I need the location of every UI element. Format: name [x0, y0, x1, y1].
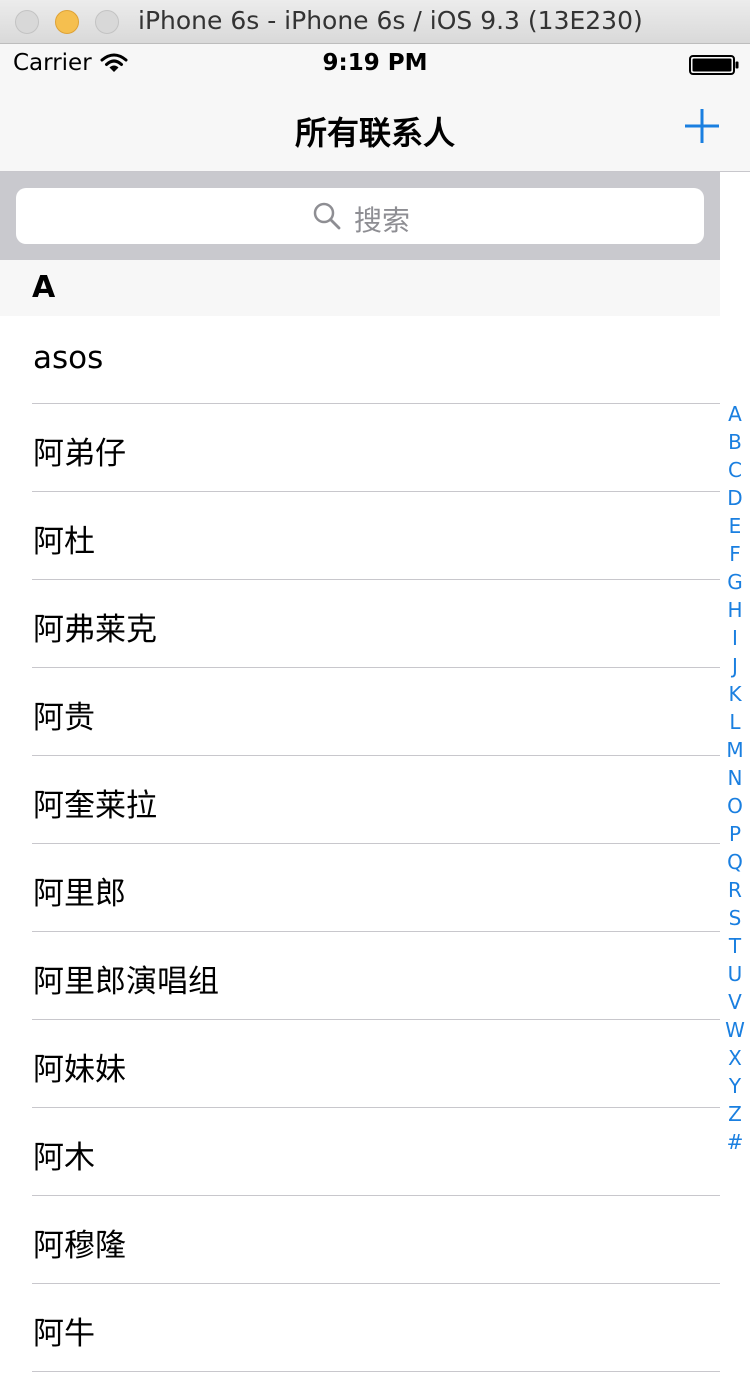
- simulator-title-bar: iPhone 6s - iPhone 6s / iOS 9.3 (13E230): [0, 0, 750, 44]
- index-letter-k[interactable]: K: [720, 680, 750, 708]
- contact-list: asos 阿弟仔 阿杜 阿弗莱克 阿贵 阿奎莱拉 阿里郎 阿里郎演唱组 阿妹妹 …: [0, 316, 720, 1372]
- index-letter-o[interactable]: O: [720, 792, 750, 820]
- contact-name: 阿里郎: [33, 876, 126, 912]
- section-index[interactable]: A B C D E F G H I J K L M N O P Q R S T …: [720, 400, 750, 1156]
- simulator-title: iPhone 6s - iPhone 6s / iOS 9.3 (13E230): [138, 6, 643, 35]
- search-icon: [313, 202, 341, 230]
- index-letter-i[interactable]: I: [720, 624, 750, 652]
- contact-name: 阿穆隆: [33, 1228, 126, 1264]
- page-title: 所有联系人: [294, 114, 455, 152]
- index-letter-r[interactable]: R: [720, 876, 750, 904]
- index-letter-e[interactable]: E: [720, 512, 750, 540]
- contact-row[interactable]: 阿弟仔: [0, 404, 720, 492]
- index-letter-c[interactable]: C: [720, 456, 750, 484]
- index-letter-s[interactable]: S: [720, 904, 750, 932]
- section-title: A: [32, 270, 56, 305]
- index-letter-b[interactable]: B: [720, 428, 750, 456]
- add-contact-button[interactable]: [676, 100, 728, 152]
- index-letter-m[interactable]: M: [720, 736, 750, 764]
- index-letter-hash[interactable]: #: [720, 1128, 750, 1156]
- index-letter-n[interactable]: N: [720, 764, 750, 792]
- zoom-window-button[interactable]: [95, 10, 119, 34]
- contact-name: asos: [33, 340, 104, 376]
- plus-icon: [685, 109, 719, 143]
- contact-row[interactable]: asos: [0, 316, 720, 404]
- close-window-button[interactable]: [15, 10, 39, 34]
- contact-row[interactable]: 阿妹妹: [0, 1020, 720, 1108]
- contact-row[interactable]: 阿奎莱拉: [0, 756, 720, 844]
- search-input[interactable]: 搜索: [16, 188, 704, 244]
- contact-row[interactable]: 阿贵: [0, 668, 720, 756]
- status-bar: Carrier 9:19 PM: [0, 44, 750, 84]
- index-letter-f[interactable]: F: [720, 540, 750, 568]
- contact-row[interactable]: 阿弗莱克: [0, 580, 720, 668]
- index-letter-v[interactable]: V: [720, 988, 750, 1016]
- contact-row[interactable]: 阿穆隆: [0, 1196, 720, 1284]
- simulator-window: iPhone 6s - iPhone 6s / iOS 9.3 (13E230)…: [0, 0, 750, 1378]
- index-letter-w[interactable]: W: [720, 1016, 750, 1044]
- status-time: 9:19 PM: [322, 50, 428, 76]
- index-letter-z[interactable]: Z: [720, 1100, 750, 1128]
- index-letter-u[interactable]: U: [720, 960, 750, 988]
- contact-name: 阿妹妹: [33, 1052, 126, 1088]
- contact-name: 阿贵: [33, 700, 95, 736]
- contact-row[interactable]: 阿杜: [0, 492, 720, 580]
- index-letter-y[interactable]: Y: [720, 1072, 750, 1100]
- contact-name: 阿牛: [33, 1316, 95, 1352]
- contact-name: 阿奎莱拉: [33, 788, 157, 824]
- contact-row[interactable]: 阿牛: [0, 1284, 720, 1372]
- battery-icon: [689, 55, 739, 75]
- contact-name: 阿木: [33, 1140, 95, 1176]
- index-letter-l[interactable]: L: [720, 708, 750, 736]
- index-letter-x[interactable]: X: [720, 1044, 750, 1072]
- index-letter-p[interactable]: P: [720, 820, 750, 848]
- minimize-window-button[interactable]: [55, 10, 79, 34]
- section-header-a: A: [0, 260, 720, 316]
- contact-name: 阿弟仔: [33, 436, 126, 472]
- index-letter-j[interactable]: J: [720, 652, 750, 680]
- index-letter-t[interactable]: T: [720, 932, 750, 960]
- contact-name: 阿杜: [33, 524, 95, 560]
- navigation-bar: 所有联系人: [0, 84, 750, 172]
- index-letter-d[interactable]: D: [720, 484, 750, 512]
- search-placeholder: 搜索: [354, 204, 411, 237]
- contact-row[interactable]: 阿里郎演唱组: [0, 932, 720, 1020]
- contact-name: 阿里郎演唱组: [33, 964, 219, 1000]
- index-letter-q[interactable]: Q: [720, 848, 750, 876]
- contact-row[interactable]: 阿里郎: [0, 844, 720, 932]
- contact-name: 阿弗莱克: [33, 612, 157, 648]
- search-bar: 搜索: [0, 172, 720, 260]
- index-letter-a[interactable]: A: [720, 400, 750, 428]
- index-letter-h[interactable]: H: [720, 596, 750, 624]
- index-letter-g[interactable]: G: [720, 568, 750, 596]
- contact-row[interactable]: 阿木: [0, 1108, 720, 1196]
